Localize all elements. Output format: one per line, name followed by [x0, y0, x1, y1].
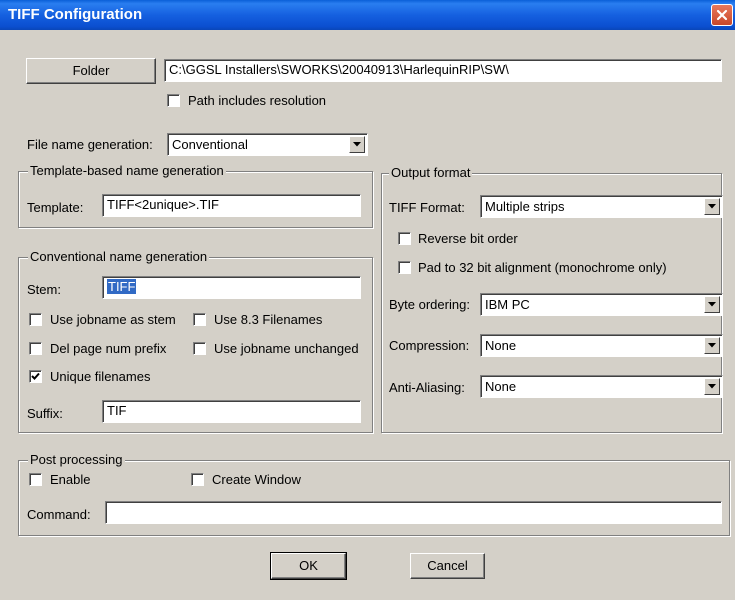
anti-aliasing-select[interactable]: None [480, 375, 723, 398]
command-label: Command: [27, 507, 91, 522]
path-includes-resolution-label: Path includes resolution [188, 93, 327, 108]
anti-aliasing-label: Anti-Aliasing: [389, 380, 465, 395]
pad-32-bit-checkbox[interactable] [398, 261, 411, 274]
use-8-3-filenames-checkbox[interactable] [193, 313, 206, 326]
chevron-down-icon [708, 302, 716, 307]
use-jobname-as-stem-label: Use jobname as stem [50, 312, 176, 327]
byte-ordering-dropdown-button[interactable] [704, 296, 720, 313]
tiff-configuration-dialog: TIFF Configuration Folder C:\GGSL Instal… [0, 0, 735, 600]
use-jobname-unchanged-checkbox[interactable] [193, 342, 206, 355]
reverse-bit-order-checkbox[interactable] [398, 232, 411, 245]
chevron-down-icon [353, 142, 361, 147]
path-includes-resolution-checkbox[interactable] [167, 94, 180, 107]
tiff-format-dropdown-button[interactable] [704, 198, 720, 215]
byte-ordering-select[interactable]: IBM PC [480, 293, 723, 316]
suffix-label: Suffix: [27, 406, 63, 421]
tiff-format-label: TIFF Format: [389, 200, 465, 215]
stem-label: Stem: [27, 282, 61, 297]
post-processing-group-title: Post processing [28, 452, 125, 467]
template-based-group-title: Template-based name generation [28, 163, 226, 178]
command-field[interactable] [105, 501, 722, 524]
del-page-num-prefix-label: Del page num prefix [50, 341, 167, 356]
cancel-button[interactable]: Cancel [410, 553, 485, 579]
tiff-format-select[interactable]: Multiple strips [480, 195, 723, 218]
suffix-field[interactable]: TIF [102, 400, 361, 423]
anti-aliasing-dropdown-button[interactable] [704, 378, 720, 395]
stem-field[interactable]: TIFF [102, 276, 361, 299]
reverse-bit-order-label: Reverse bit order [418, 231, 518, 246]
use-jobname-as-stem-checkbox[interactable] [29, 313, 42, 326]
file-name-generation-select[interactable]: Conventional [167, 133, 368, 156]
create-window-checkbox[interactable] [191, 473, 204, 486]
file-name-generation-dropdown-button[interactable] [349, 136, 365, 153]
close-icon [716, 9, 728, 21]
create-window-label: Create Window [212, 472, 301, 487]
close-button[interactable] [711, 4, 733, 26]
post-processing-group [18, 460, 730, 536]
file-name-generation-label: File name generation: [27, 137, 153, 152]
conventional-group-title: Conventional name generation [28, 249, 210, 264]
folder-path-field[interactable]: C:\GGSL Installers\SWORKS\20040913\Harle… [164, 59, 722, 82]
chevron-down-icon [708, 384, 716, 389]
folder-button[interactable]: Folder [26, 58, 156, 84]
compression-label: Compression: [389, 338, 470, 353]
output-format-group-title: Output format [389, 165, 473, 180]
window-title: TIFF Configuration [8, 6, 143, 23]
ok-button[interactable]: OK [270, 552, 347, 580]
chevron-down-icon [708, 204, 716, 209]
unique-filenames-label: Unique filenames [50, 369, 151, 384]
pad-32-bit-label: Pad to 32 bit alignment (monochrome only… [418, 260, 667, 275]
compression-select[interactable]: None [480, 334, 723, 357]
chevron-down-icon [708, 343, 716, 348]
template-field[interactable]: TIFF<2unique>.TIF [102, 194, 361, 217]
enable-label: Enable [50, 472, 91, 487]
title-bar: TIFF Configuration [0, 0, 735, 30]
use-8-3-filenames-label: Use 8.3 Filenames [214, 312, 323, 327]
unique-filenames-checkbox[interactable] [29, 370, 42, 383]
template-label: Template: [27, 200, 84, 215]
compression-dropdown-button[interactable] [704, 337, 720, 354]
enable-checkbox[interactable] [29, 473, 42, 486]
byte-ordering-label: Byte ordering: [389, 297, 470, 312]
del-page-num-prefix-checkbox[interactable] [29, 342, 42, 355]
use-jobname-unchanged-label: Use jobname unchanged [214, 341, 359, 356]
checkmark-icon [31, 372, 40, 380]
